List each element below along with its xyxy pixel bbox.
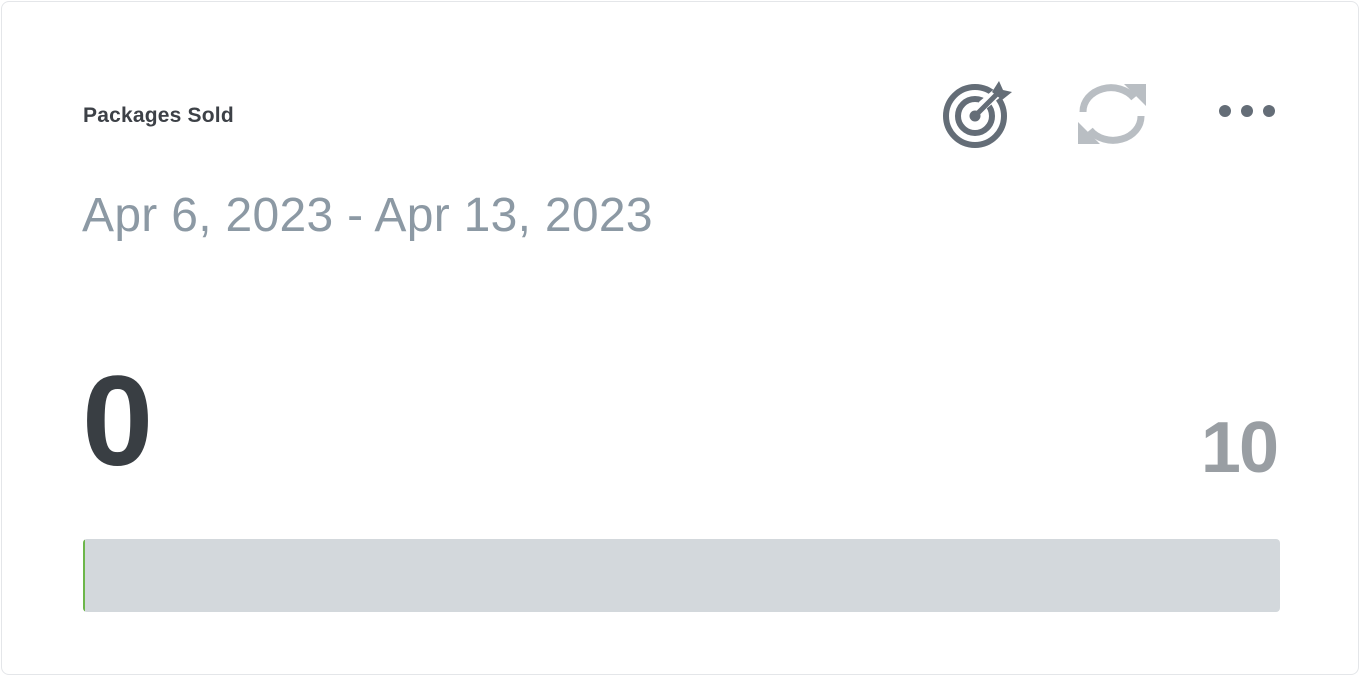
more-options-icon [1219,105,1275,117]
progress-bar [83,539,1280,612]
refresh-icon [1078,84,1146,144]
set-goal-button[interactable] [941,78,1013,150]
goal-value: 10 [1200,408,1279,488]
packages-sold-widget: Packages Sold Apr 6, 2023 - Apr 13, 2023… [1,1,1359,675]
date-range: Apr 6, 2023 - Apr 13, 2023 [82,189,653,242]
current-value: 0 [82,350,154,493]
widget-title: Packages Sold [83,104,234,127]
refresh-button[interactable] [1076,78,1148,150]
target-icon [943,81,1012,148]
progress-fill [83,539,85,612]
more-options-button[interactable] [1214,98,1284,128]
